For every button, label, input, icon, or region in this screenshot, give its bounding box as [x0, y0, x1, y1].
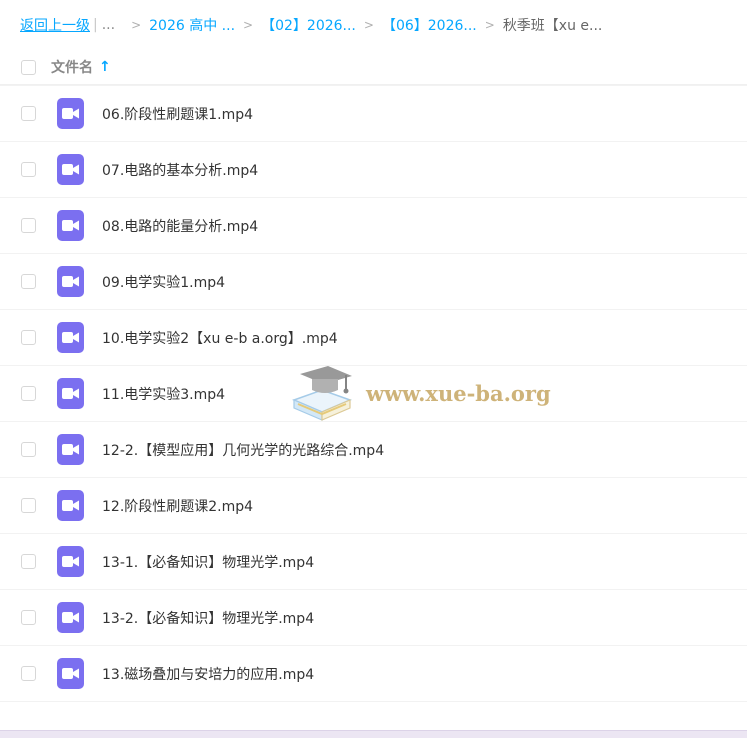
row-checkbox[interactable] — [21, 498, 36, 513]
breadcrumb: 返回上一级 | ... > 2026 高中 ... > 【02】2026... … — [0, 0, 747, 50]
column-header-label: 文件名 — [51, 60, 93, 76]
breadcrumb-separator: | — [93, 17, 98, 33]
row-checkbox[interactable] — [21, 610, 36, 625]
file-row[interactable]: 07.电路的基本分析.mp4 — [0, 142, 747, 198]
file-row[interactable]: 12-2.【模型应用】几何光学的光路综合.mp4 — [0, 422, 747, 478]
breadcrumb-ellipsis[interactable]: ... — [102, 17, 115, 33]
camera-icon — [62, 388, 79, 399]
breadcrumb-current: 秋季班【xu e... — [502, 18, 603, 34]
file-row[interactable]: 06.阶段性刷题课1.mp4 — [0, 86, 747, 142]
video-file-icon[interactable] — [57, 210, 84, 241]
file-name[interactable]: 13.磁场叠加与安培力的应用.mp4 — [102, 664, 314, 684]
file-row[interactable]: 13-1.【必备知识】物理光学.mp4 — [0, 534, 747, 590]
file-name[interactable]: 10.电学实验2【xu e-b a.org】.mp4 — [102, 328, 338, 348]
camera-icon — [62, 612, 79, 623]
row-checkbox[interactable] — [21, 106, 36, 121]
file-name[interactable]: 08.电路的能量分析.mp4 — [102, 216, 258, 236]
camera-icon — [62, 108, 79, 119]
camera-icon — [62, 444, 79, 455]
video-file-icon[interactable] — [57, 490, 84, 521]
file-row[interactable]: 12.阶段性刷题课2.mp4 — [0, 478, 747, 534]
file-name[interactable]: 12.阶段性刷题课2.mp4 — [102, 496, 253, 516]
row-checkbox[interactable] — [21, 386, 36, 401]
chevron-right-icon: > — [484, 18, 495, 32]
sort-ascending-icon[interactable]: ↑ — [99, 59, 111, 75]
file-name[interactable]: 09.电学实验1.mp4 — [102, 272, 225, 292]
breadcrumb-item-3[interactable]: 【06】2026... — [382, 15, 477, 35]
video-file-icon[interactable] — [57, 434, 84, 465]
chevron-right-icon: > — [243, 18, 254, 32]
video-file-icon[interactable] — [57, 154, 84, 185]
camera-icon — [62, 668, 79, 679]
video-file-icon[interactable] — [57, 602, 84, 633]
file-row[interactable]: 10.电学实验2【xu e-b a.org】.mp4 — [0, 310, 747, 366]
row-checkbox[interactable] — [21, 274, 36, 289]
camera-icon — [62, 276, 79, 287]
file-list: 05.复合场问题【xu e-ba. org】.mp406.阶段性刷题课1.mp4… — [0, 57, 747, 730]
select-all-checkbox[interactable] — [21, 59, 36, 75]
file-row[interactable]: 13-2.【必备知识】物理光学.mp4 — [0, 590, 747, 646]
file-row[interactable]: 13.磁场叠加与安培力的应用.mp4 — [0, 646, 747, 702]
file-name[interactable]: 12-2.【模型应用】几何光学的光路综合.mp4 — [102, 440, 384, 460]
file-row[interactable]: 11.电学实验3.mp4 — [0, 366, 747, 422]
breadcrumb-item-2[interactable]: 【02】2026... — [261, 15, 356, 35]
row-checkbox[interactable] — [21, 330, 36, 345]
video-file-icon[interactable] — [57, 378, 84, 409]
file-name[interactable]: 07.电路的基本分析.mp4 — [102, 160, 258, 180]
video-file-icon[interactable] — [57, 98, 84, 129]
camera-icon — [62, 556, 79, 567]
column-header-filename[interactable]: 文件名 ↑ — [51, 57, 111, 77]
row-checkbox[interactable] — [21, 666, 36, 681]
row-checkbox[interactable] — [21, 162, 36, 177]
video-file-icon[interactable] — [57, 546, 84, 577]
file-name[interactable]: 11.电学实验3.mp4 — [102, 384, 225, 404]
file-name[interactable]: 06.阶段性刷题课1.mp4 — [102, 104, 253, 124]
chevron-right-icon: > — [363, 18, 374, 32]
camera-icon — [62, 220, 79, 231]
row-checkbox[interactable] — [21, 554, 36, 569]
camera-icon — [62, 500, 79, 511]
row-checkbox[interactable] — [21, 442, 36, 457]
camera-icon — [62, 164, 79, 175]
breadcrumb-item-1[interactable]: 2026 高中 ... — [149, 15, 235, 35]
video-file-icon[interactable] — [57, 658, 84, 689]
file-name[interactable]: 13-1.【必备知识】物理光学.mp4 — [102, 552, 314, 572]
video-file-icon[interactable] — [57, 322, 84, 353]
back-link[interactable]: 返回上一级 — [20, 15, 90, 35]
bottom-bar — [0, 730, 747, 738]
file-row[interactable]: 09.电学实验1.mp4 — [0, 254, 747, 310]
camera-icon — [62, 332, 79, 343]
chevron-right-icon: > — [131, 18, 142, 32]
file-list-header: 文件名 ↑ — [0, 50, 747, 85]
file-name[interactable]: 13-2.【必备知识】物理光学.mp4 — [102, 608, 314, 628]
video-file-icon[interactable] — [57, 266, 84, 297]
row-checkbox[interactable] — [21, 218, 36, 233]
file-row[interactable]: 08.电路的能量分析.mp4 — [0, 198, 747, 254]
